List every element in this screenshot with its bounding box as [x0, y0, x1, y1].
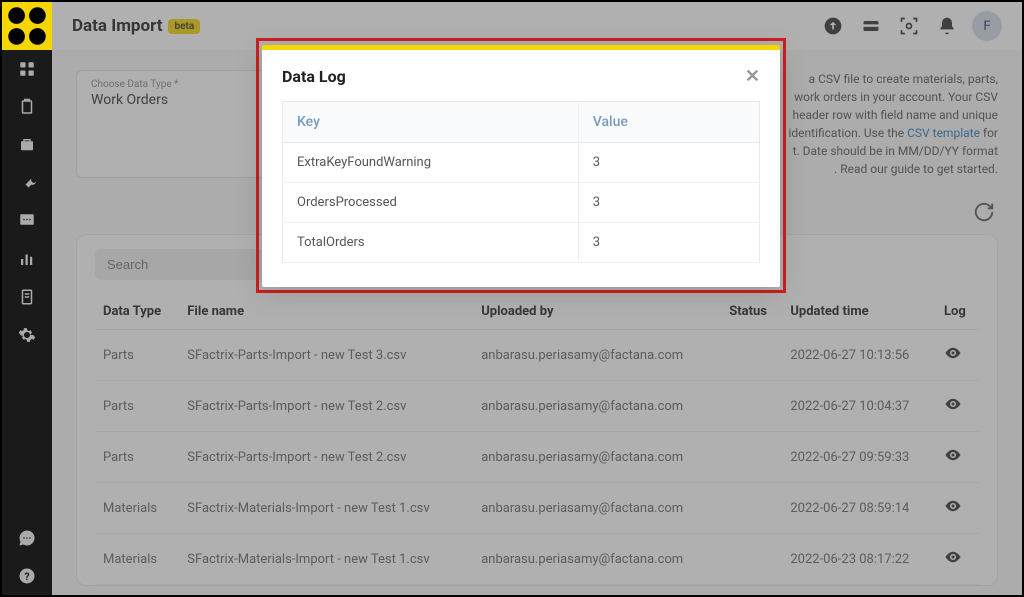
log-col-key: Key [283, 102, 579, 143]
modal-title: Data Log [282, 67, 346, 86]
sidebar: ? [2, 2, 52, 595]
log-row: OrdersProcessed3 [283, 183, 760, 223]
log-row: ExtraKeyFoundWarning3 [283, 143, 760, 183]
sidebar-nav-settings[interactable] [2, 316, 52, 354]
sidebar-nav-analytics[interactable] [2, 240, 52, 278]
sidebar-nav-help[interactable]: ? [2, 557, 52, 595]
app-logo [2, 2, 52, 50]
svg-text:?: ? [24, 570, 29, 583]
sidebar-nav-documents[interactable] [2, 278, 52, 316]
sidebar-nav-clipboard[interactable] [2, 88, 52, 126]
data-log-modal: Data Log ✕ Key Value ExtraKeyFoundWarnin… [262, 45, 780, 287]
sidebar-nav-maintenance[interactable] [2, 164, 52, 202]
modal-close-button[interactable]: ✕ [745, 66, 760, 87]
log-col-value: Value [578, 102, 759, 143]
sidebar-nav-chat[interactable] [2, 519, 52, 557]
data-log-table: Key Value ExtraKeyFoundWarning3OrdersPro… [282, 101, 760, 263]
sidebar-nav-reports[interactable] [2, 202, 52, 240]
sidebar-nav-inventory[interactable] [2, 126, 52, 164]
sidebar-nav-dashboard[interactable] [2, 50, 52, 88]
log-row: TotalOrders3 [283, 223, 760, 263]
